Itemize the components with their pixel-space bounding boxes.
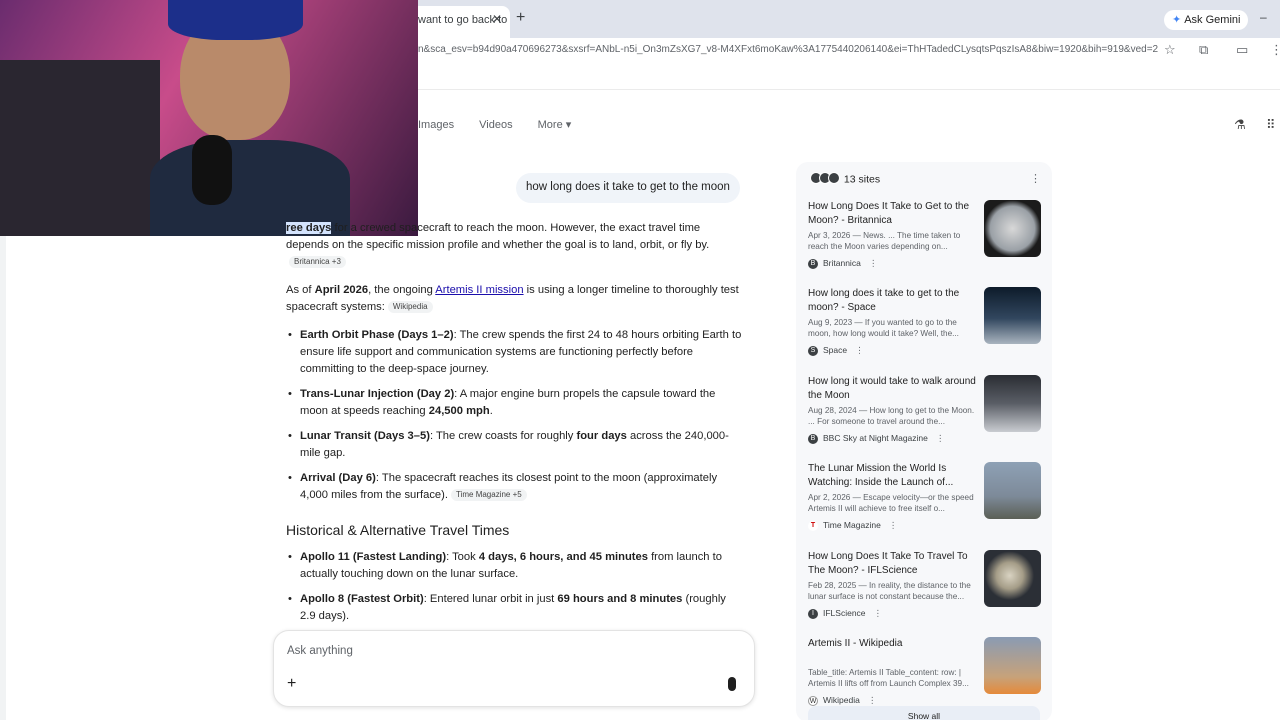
sources-panel: 13 sites ⋮ How Long Does It Take to Get … bbox=[796, 162, 1052, 720]
menu-icon[interactable]: ⋮ bbox=[1270, 42, 1280, 58]
ask-input[interactable]: Ask anything bbox=[287, 645, 353, 657]
source-site: B BBC Sky at Night Magazine ⋮ bbox=[808, 433, 944, 444]
site-favicon: B bbox=[808, 433, 818, 444]
left-gutter bbox=[0, 236, 6, 720]
kebab-icon[interactable]: ⋮ bbox=[889, 520, 898, 530]
kebab-icon[interactable]: ⋮ bbox=[869, 258, 878, 268]
source-card[interactable]: How Long Does It Take To Travel To The M… bbox=[808, 550, 1044, 630]
site-favicon: B bbox=[808, 258, 818, 269]
source-chip[interactable]: Britannica +3 bbox=[289, 256, 346, 269]
kebab-icon[interactable]: ⋮ bbox=[868, 695, 877, 705]
source-title[interactable]: How Long Does It Take To Travel To The M… bbox=[808, 550, 978, 577]
site-favicon: S bbox=[808, 345, 818, 356]
list-item: Apollo 11 (Fastest Landing): Took 4 days… bbox=[288, 549, 744, 583]
extensions-icon[interactable]: ⧉ bbox=[1199, 42, 1208, 58]
source-card[interactable]: The Lunar Mission the World Is Watching:… bbox=[808, 462, 1044, 542]
source-snippet: Feb 28, 2025 — In reality, the distance … bbox=[808, 581, 971, 601]
source-site: B Britannica ⋮ bbox=[808, 258, 877, 269]
tab-images[interactable]: Images bbox=[418, 119, 454, 131]
source-card[interactable]: How long does it take to get to the moon… bbox=[808, 287, 1044, 367]
phase-list: Earth Orbit Phase (Days 1–2): The crew s… bbox=[286, 327, 744, 504]
new-tab-icon[interactable]: + bbox=[516, 9, 525, 27]
source-site: I IFLScience ⋮ bbox=[808, 608, 882, 619]
source-title[interactable]: How Long Does It Take to Get to the Moon… bbox=[808, 200, 978, 227]
close-tab-icon[interactable]: ✕ bbox=[492, 12, 502, 26]
add-icon[interactable]: + bbox=[287, 675, 296, 693]
source-site: S Space ⋮ bbox=[808, 345, 864, 356]
source-chip[interactable]: Time Magazine +5 bbox=[450, 489, 527, 502]
source-card[interactable]: How Long Does It Take to Get to the Moon… bbox=[808, 200, 1044, 280]
webcam-microphone bbox=[192, 135, 232, 205]
site-favicon: I bbox=[808, 608, 818, 619]
source-card[interactable]: Artemis II - Wikipedia Table_title: Arte… bbox=[808, 637, 1044, 717]
ask-anything-box[interactable]: Ask anything + bbox=[273, 630, 755, 707]
source-snippet: Aug 28, 2024 — How long to get to the Mo… bbox=[808, 406, 975, 426]
site-favicons bbox=[810, 172, 840, 187]
source-snippet: Apr 2, 2026 — Escape velocity—or the spe… bbox=[808, 493, 974, 513]
launch-thumbnail bbox=[984, 462, 1041, 519]
source-chip[interactable]: Wikipedia bbox=[387, 301, 433, 314]
webcam-person-cap bbox=[168, 0, 303, 40]
source-snippet: Apr 3, 2026 — News. ... The time taken t… bbox=[808, 231, 961, 251]
source-snippet: Table_title: Artemis II Table_content: r… bbox=[808, 668, 969, 688]
source-card[interactable]: How long it would take to walk around th… bbox=[808, 375, 1044, 455]
kebab-icon[interactable]: ⋮ bbox=[855, 345, 864, 355]
history-list: Apollo 11 (Fastest Landing): Took 4 days… bbox=[286, 549, 744, 625]
earth-moon-thumbnail bbox=[984, 287, 1041, 344]
source-site: W Wikipedia ⋮ bbox=[808, 695, 877, 706]
webcam-overlay bbox=[0, 0, 418, 236]
query-bubble: how long does it take to get to the moon bbox=[516, 173, 740, 203]
minimize-icon[interactable]: – bbox=[1260, 10, 1267, 24]
source-title[interactable]: Artemis II - Wikipedia bbox=[808, 637, 978, 651]
highlight-text: ree days bbox=[286, 222, 332, 234]
sources-header: 13 sites bbox=[810, 172, 880, 187]
rocket-thumbnail bbox=[984, 637, 1041, 694]
source-site: T Time Magazine ⋮ bbox=[808, 520, 897, 531]
tab-videos[interactable]: Videos bbox=[479, 119, 512, 131]
ask-gemini-button[interactable]: ✦ Ask Gemini bbox=[1164, 10, 1249, 30]
more-options-icon[interactable]: ⋮ bbox=[1030, 172, 1041, 185]
source-snippet: Aug 9, 2023 — If you wanted to go to the… bbox=[808, 318, 959, 338]
bookmark-star-icon[interactable]: ☆ bbox=[1164, 42, 1176, 58]
list-item: Earth Orbit Phase (Days 1–2): The crew s… bbox=[288, 327, 744, 378]
kebab-icon[interactable]: ⋮ bbox=[874, 608, 883, 618]
full-moon-thumbnail bbox=[984, 550, 1041, 607]
answer-paragraph-2: As of April 2026, the ongoing Artemis II… bbox=[286, 284, 739, 314]
show-all-button[interactable]: Show all bbox=[808, 706, 1040, 720]
microphone-icon[interactable] bbox=[728, 677, 736, 691]
tab-more[interactable]: More ▾ bbox=[538, 119, 572, 131]
ask-gemini-label: Ask Gemini bbox=[1184, 14, 1241, 26]
source-title[interactable]: How long it would take to walk around th… bbox=[808, 375, 978, 402]
side-panel-icon[interactable]: ▭ bbox=[1236, 42, 1248, 58]
labs-flask-icon[interactable]: ⚗ bbox=[1234, 117, 1246, 133]
webcam-background bbox=[0, 60, 160, 236]
source-title[interactable]: The Lunar Mission the World Is Watching:… bbox=[808, 462, 978, 489]
source-title[interactable]: How long does it take to get to the moon… bbox=[808, 287, 978, 314]
ai-answer: ree days for a crewed spacecraft to reac… bbox=[286, 220, 744, 633]
moon-thumbnail bbox=[984, 200, 1041, 257]
list-item: Trans-Lunar Injection (Day 2): A major e… bbox=[288, 386, 744, 420]
kebab-icon[interactable]: ⋮ bbox=[936, 433, 945, 443]
site-favicon: W bbox=[808, 695, 818, 706]
astronaut-thumbnail bbox=[984, 375, 1041, 432]
list-item: Apollo 8 (Fastest Orbit): Entered lunar … bbox=[288, 591, 744, 625]
list-item: Arrival (Day 6): The spacecraft reaches … bbox=[288, 470, 744, 504]
search-tabs: Images Videos More ▾ bbox=[418, 118, 593, 131]
gemini-spark-icon: ✦ bbox=[1172, 14, 1182, 26]
site-favicon: T bbox=[808, 520, 818, 531]
address-bar[interactable]: n&sca_esv=b94d90a470696273&sxsrf=ANbL-n5… bbox=[418, 44, 1158, 55]
sources-count: 13 sites bbox=[843, 173, 881, 186]
artemis-link[interactable]: Artemis II mission bbox=[435, 284, 523, 296]
list-item: Lunar Transit (Days 3–5): The crew coast… bbox=[288, 428, 744, 462]
apps-grid-icon[interactable]: ⠿ bbox=[1266, 117, 1276, 133]
section-heading: Historical & Alternative Travel Times bbox=[286, 522, 510, 538]
answer-paragraph-1: ree days for a crewed spacecraft to reac… bbox=[286, 222, 710, 269]
